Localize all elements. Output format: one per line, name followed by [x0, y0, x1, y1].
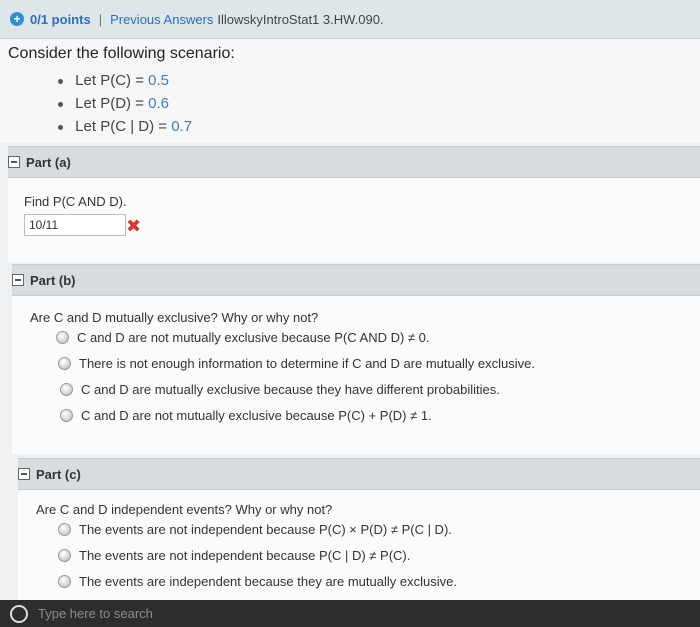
scenario-item-label: Let P(D) = — [75, 95, 149, 112]
option-label: C and D are not mutually exclusive becau… — [77, 330, 430, 345]
radio-button-icon[interactable] — [60, 383, 73, 396]
scenario-item-label: Let P(C | D) = — [75, 118, 172, 135]
part-c-option[interactable]: The events are independent because they … — [58, 574, 457, 589]
option-label: There is not enough information to deter… — [79, 356, 535, 371]
radio-button-icon[interactable] — [60, 409, 73, 422]
score-header: + 0/1 points | Previous Answers Illowsky… — [0, 0, 700, 39]
part-c-question: Are C and D independent events? Why or w… — [36, 502, 333, 517]
scenario-item-value: 0.5 — [148, 72, 169, 89]
cortana-circle-icon[interactable] — [10, 604, 28, 623]
part-b-label: Part (b) — [30, 272, 76, 288]
bullet-icon — [58, 101, 63, 107]
scenario-item: Let P(D) = 0.6 — [58, 92, 192, 115]
points-label: 0/1 points — [30, 11, 91, 27]
part-a-header[interactable]: Part (a) — [8, 146, 700, 178]
part-c-option[interactable]: The events are not independent because P… — [58, 548, 410, 563]
scenario-section: Consider the following scenario: Let P(C… — [0, 39, 700, 143]
incorrect-x-icon: ✖ — [126, 216, 142, 236]
collapse-minus-icon[interactable] — [12, 274, 24, 286]
taskbar: Type here to search — [0, 600, 700, 627]
scenario-item: Let P(C) = 0.5 — [58, 69, 192, 92]
collapse-minus-icon[interactable] — [18, 468, 30, 480]
bullet-icon — [58, 78, 63, 84]
option-label: The events are independent because they … — [79, 574, 457, 589]
part-b-option[interactable]: There is not enough information to deter… — [58, 356, 535, 371]
radio-button-icon[interactable] — [58, 357, 71, 370]
option-label: C and D are not mutually exclusive becau… — [81, 408, 432, 423]
part-b-header[interactable]: Part (b) — [12, 264, 700, 296]
radio-button-icon[interactable] — [58, 523, 71, 536]
taskbar-search-input[interactable]: Type here to search — [38, 606, 153, 621]
previous-answers-link[interactable]: Previous Answers — [110, 12, 213, 27]
radio-button-icon[interactable] — [58, 575, 71, 588]
option-label: The events are not independent because P… — [79, 548, 411, 563]
option-label: The events are not independent because P… — [79, 522, 452, 537]
scenario-item-value: 0.6 — [148, 95, 169, 112]
scenario-item-label: Let P(C) = — [75, 72, 149, 89]
part-a-label: Part (a) — [26, 154, 71, 170]
part-a-answer-input[interactable]: 10/11 — [24, 214, 126, 236]
problem-code: IllowskyIntroStat1 3.HW.090. — [217, 11, 384, 27]
radio-button-icon[interactable] — [56, 331, 69, 344]
scenario-item: Let P(C | D) = 0.7 — [58, 115, 192, 138]
part-c-option[interactable]: The events are not independent because P… — [58, 522, 452, 537]
scenario-item-value: 0.7 — [171, 118, 193, 135]
part-c-header[interactable]: Part (c) — [18, 458, 700, 490]
part-c-panel: Are C and D independent events? Why or w… — [18, 490, 700, 600]
radio-button-icon[interactable] — [58, 549, 71, 562]
bullet-icon — [58, 124, 63, 130]
scenario-title: Consider the following scenario: — [8, 45, 235, 62]
part-b-option[interactable]: C and D are not mutually exclusive becau… — [56, 330, 430, 345]
part-b-question: Are C and D mutually exclusive? Why or w… — [30, 310, 319, 325]
option-label: C and D are mutually exclusive because t… — [81, 382, 500, 397]
expand-plus-icon[interactable]: + — [10, 12, 24, 26]
part-a-panel: Find P(C AND D). 10/11 ✖ — [8, 178, 700, 262]
header-separator: | — [98, 11, 103, 27]
scenario-list: Let P(C) = 0.5 Let P(D) = 0.6 Let P(C | … — [58, 69, 192, 138]
part-a-question: Find P(C AND D). — [24, 194, 127, 209]
part-b-panel: Are C and D mutually exclusive? Why or w… — [12, 296, 700, 454]
part-c-label: Part (c) — [36, 466, 81, 482]
part-b-option[interactable]: C and D are not mutually exclusive becau… — [60, 408, 432, 423]
part-b-option[interactable]: C and D are mutually exclusive because t… — [60, 382, 500, 397]
collapse-minus-icon[interactable] — [8, 156, 20, 168]
